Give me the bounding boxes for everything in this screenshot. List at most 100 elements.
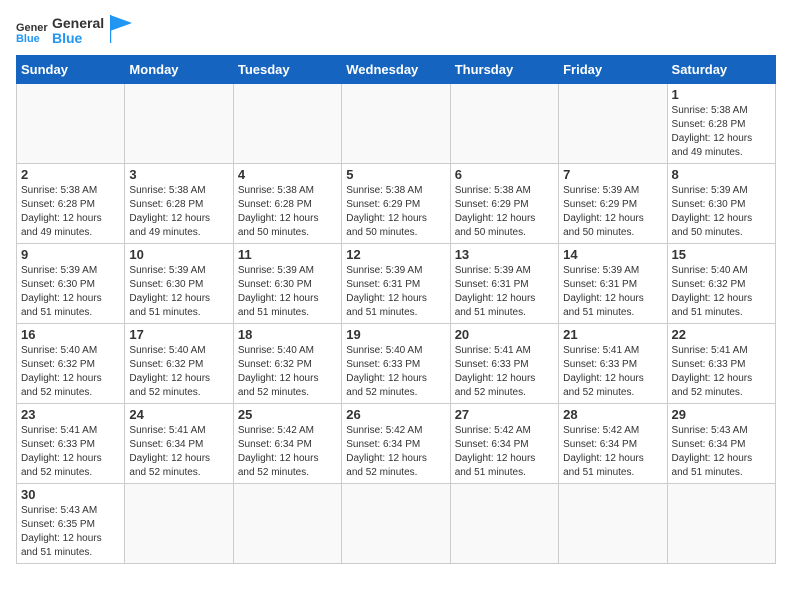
calendar-cell: 7Sunrise: 5:39 AMSunset: 6:29 PMDaylight… (559, 163, 667, 243)
day-info: Sunrise: 5:38 AMSunset: 6:29 PMDaylight:… (346, 184, 445, 240)
page-header: General Blue General Blue (16, 16, 776, 47)
calendar-cell (342, 83, 450, 163)
calendar-cell (450, 83, 558, 163)
calendar-cell: 22 Sunrise: 5:41 AMSunset: 6:33 PMDayligh… (667, 323, 775, 403)
day-info: Sunrise: 5:38 AMSunset: 6:28 PMDaylight:… (672, 104, 771, 160)
calendar-cell: 9 Sunrise: 5:39 AMSunset: 6:30 PMDaylight… (17, 243, 125, 323)
day-number: 20 (455, 327, 554, 342)
logo: General Blue General Blue (16, 16, 132, 47)
calendar-cell: 5 Sunrise: 5:38 AMSunset: 6:29 PMDaylight… (342, 163, 450, 243)
calendar-cell: 25 Sunrise: 5:42 AMSunset: 6:34 PMDayligh… (233, 403, 341, 483)
day-number: 6 (455, 167, 554, 182)
weekday-header-wednesday: Wednesday (342, 55, 450, 83)
svg-text:Blue: Blue (16, 33, 40, 45)
day-info: Sunrise: 5:43 AMSunset: 6:34 PMDaylight:… (672, 424, 771, 480)
day-number: 8 (672, 167, 771, 182)
calendar-cell: 10Sunrise: 5:39 AMSunset: 6:30 PMDayligh… (125, 243, 233, 323)
calendar-cell: 16 Sunrise: 5:40 AMSunset: 6:32 PMDayligh… (17, 323, 125, 403)
day-number: 4 (238, 167, 337, 182)
day-number: 12 (346, 247, 445, 262)
day-info: Sunrise: 5:40 AMSunset: 6:32 PMDaylight:… (21, 344, 120, 400)
day-number: 27 (455, 407, 554, 422)
calendar-cell: 12Sunrise: 5:39 AMSunset: 6:31 PMDayligh… (342, 243, 450, 323)
weekday-header-thursday: Thursday (450, 55, 558, 83)
day-info: Sunrise: 5:38 AMSunset: 6:28 PMDaylight:… (238, 184, 337, 240)
weekday-header-tuesday: Tuesday (233, 55, 341, 83)
day-number: 1 (672, 87, 771, 102)
day-info: Sunrise: 5:39 AMSunset: 6:31 PMDaylight:… (563, 264, 662, 320)
day-info: Sunrise: 5:42 AMSunset: 6:34 PMDaylight:… (238, 424, 337, 480)
day-info: Sunrise: 5:42 AMSunset: 6:34 PMDaylight:… (346, 424, 445, 480)
calendar-cell: 17Sunrise: 5:40 AMSunset: 6:32 PMDayligh… (125, 323, 233, 403)
day-info: Sunrise: 5:40 AMSunset: 6:33 PMDaylight:… (346, 344, 445, 400)
day-info: Sunrise: 5:39 AMSunset: 6:31 PMDaylight:… (455, 264, 554, 320)
weekday-header-saturday: Saturday (667, 55, 775, 83)
calendar-table: SundayMondayTuesdayWednesdayThursdayFrid… (16, 55, 776, 564)
day-info: Sunrise: 5:39 AMSunset: 6:30 PMDaylight:… (238, 264, 337, 320)
calendar-cell: 28Sunrise: 5:42 AMSunset: 6:34 PMDayligh… (559, 403, 667, 483)
calendar-cell: 1 Sunrise: 5:38 AMSunset: 6:28 PMDaylight… (667, 83, 775, 163)
calendar-week-row: 23 Sunrise: 5:41 AMSunset: 6:33 PMDayligh… (17, 403, 776, 483)
day-info: Sunrise: 5:41 AMSunset: 6:33 PMDaylight:… (21, 424, 120, 480)
day-number: 22 (672, 327, 771, 342)
calendar-cell: 27 Sunrise: 5:42 AMSunset: 6:34 PMDayligh… (450, 403, 558, 483)
day-number: 19 (346, 327, 445, 342)
calendar-cell (559, 483, 667, 563)
calendar-cell (233, 83, 341, 163)
calendar-cell: 24Sunrise: 5:41 AMSunset: 6:34 PMDayligh… (125, 403, 233, 483)
day-number: 29 (672, 407, 771, 422)
weekday-header-row: SundayMondayTuesdayWednesdayThursdayFrid… (17, 55, 776, 83)
calendar-cell: 3 Sunrise: 5:38 AMSunset: 6:28 PMDaylight… (125, 163, 233, 243)
calendar-cell: 14 Sunrise: 5:39 AMSunset: 6:31 PMDayligh… (559, 243, 667, 323)
calendar-cell: 26 Sunrise: 5:42 AMSunset: 6:34 PMDayligh… (342, 403, 450, 483)
day-info: Sunrise: 5:42 AMSunset: 6:34 PMDaylight:… (563, 424, 662, 480)
day-info: Sunrise: 5:39 AMSunset: 6:30 PMDaylight:… (129, 264, 228, 320)
weekday-header-sunday: Sunday (17, 55, 125, 83)
day-info: Sunrise: 5:40 AMSunset: 6:32 PMDaylight:… (672, 264, 771, 320)
calendar-cell: 13Sunrise: 5:39 AMSunset: 6:31 PMDayligh… (450, 243, 558, 323)
day-number: 21 (563, 327, 662, 342)
calendar-cell: 30 Sunrise: 5:43 AMSunset: 6:35 PMDayligh… (17, 483, 125, 563)
day-info: Sunrise: 5:41 AMSunset: 6:33 PMDaylight:… (672, 344, 771, 400)
calendar-week-row: 2 Sunrise: 5:38 AMSunset: 6:28 PMDaylight… (17, 163, 776, 243)
calendar-cell: 19 Sunrise: 5:40 AMSunset: 6:33 PMDayligh… (342, 323, 450, 403)
calendar-cell: 2 Sunrise: 5:38 AMSunset: 6:28 PMDaylight… (17, 163, 125, 243)
day-info: Sunrise: 5:43 AMSunset: 6:35 PMDaylight:… (21, 504, 120, 560)
calendar-cell: 6 Sunrise: 5:38 AMSunset: 6:29 PMDaylight… (450, 163, 558, 243)
day-number: 17 (129, 327, 228, 342)
day-info: Sunrise: 5:39 AMSunset: 6:30 PMDaylight:… (21, 264, 120, 320)
day-number: 14 (563, 247, 662, 262)
day-number: 26 (346, 407, 445, 422)
day-info: Sunrise: 5:41 AMSunset: 6:33 PMDaylight:… (455, 344, 554, 400)
calendar-cell (342, 483, 450, 563)
day-info: Sunrise: 5:40 AMSunset: 6:32 PMDaylight:… (238, 344, 337, 400)
calendar-week-row: 1 Sunrise: 5:38 AMSunset: 6:28 PMDaylight… (17, 83, 776, 163)
day-number: 3 (129, 167, 228, 182)
calendar-cell (125, 483, 233, 563)
calendar-cell: 15 Sunrise: 5:40 AMSunset: 6:32 PMDayligh… (667, 243, 775, 323)
day-info: Sunrise: 5:38 AMSunset: 6:28 PMDaylight:… (129, 184, 228, 240)
day-info: Sunrise: 5:39 AMSunset: 6:30 PMDaylight:… (672, 184, 771, 240)
day-number: 11 (238, 247, 337, 262)
calendar-cell: 4 Sunrise: 5:38 AMSunset: 6:28 PMDaylight… (233, 163, 341, 243)
day-number: 25 (238, 407, 337, 422)
day-number: 16 (21, 327, 120, 342)
day-number: 9 (21, 247, 120, 262)
calendar-cell (233, 483, 341, 563)
day-info: Sunrise: 5:42 AMSunset: 6:34 PMDaylight:… (455, 424, 554, 480)
calendar-cell: 8 Sunrise: 5:39 AMSunset: 6:30 PMDaylight… (667, 163, 775, 243)
logo-general-text: General (52, 16, 104, 31)
day-info: Sunrise: 5:38 AMSunset: 6:28 PMDaylight:… (21, 184, 120, 240)
day-info: Sunrise: 5:38 AMSunset: 6:29 PMDaylight:… (455, 184, 554, 240)
day-number: 15 (672, 247, 771, 262)
day-number: 2 (21, 167, 120, 182)
calendar-cell: 21Sunrise: 5:41 AMSunset: 6:33 PMDayligh… (559, 323, 667, 403)
day-number: 5 (346, 167, 445, 182)
day-number: 30 (21, 487, 120, 502)
calendar-week-row: 9 Sunrise: 5:39 AMSunset: 6:30 PMDaylight… (17, 243, 776, 323)
day-number: 24 (129, 407, 228, 422)
day-number: 23 (21, 407, 120, 422)
logo-blue-text: Blue (52, 31, 104, 46)
calendar-cell: 18 Sunrise: 5:40 AMSunset: 6:32 PMDayligh… (233, 323, 341, 403)
day-number: 18 (238, 327, 337, 342)
